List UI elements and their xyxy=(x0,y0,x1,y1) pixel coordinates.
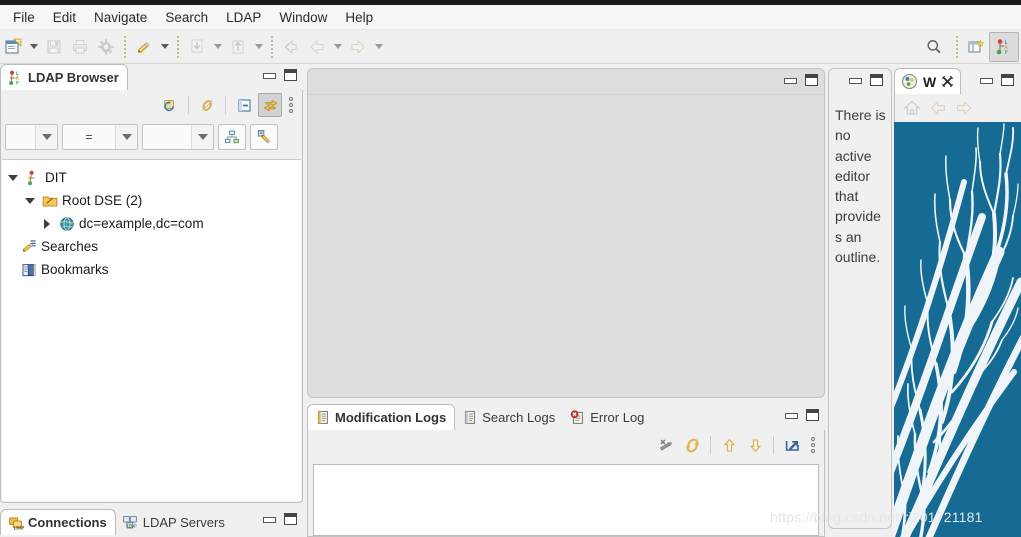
connections-icon: LDAP xyxy=(7,515,24,531)
tab-connections[interactable]: LDAP Connections xyxy=(0,509,116,535)
watermark-text: https://blog.csdn.net/ri201721181 xyxy=(770,509,983,525)
application-window: File Edit Navigate Search LDAP Window He… xyxy=(0,0,1021,537)
tab-label: Connections xyxy=(28,515,107,530)
tab-label: LDAP Browser xyxy=(28,70,119,85)
tab-ldap-browser[interactable]: L A P LDAP Browser xyxy=(0,64,128,90)
tab-modification-logs[interactable]: Modification Logs xyxy=(307,404,456,430)
svg-text:P: P xyxy=(16,80,19,86)
tab-label: Modification Logs xyxy=(335,410,447,425)
svg-text:LDAP: LDAP xyxy=(13,525,23,531)
ldap-browser-icon: L A P xyxy=(7,70,24,86)
log-icon xyxy=(314,410,331,426)
watermark-layer: https://blog.csdn.net/ri201721181 xyxy=(0,0,1021,537)
